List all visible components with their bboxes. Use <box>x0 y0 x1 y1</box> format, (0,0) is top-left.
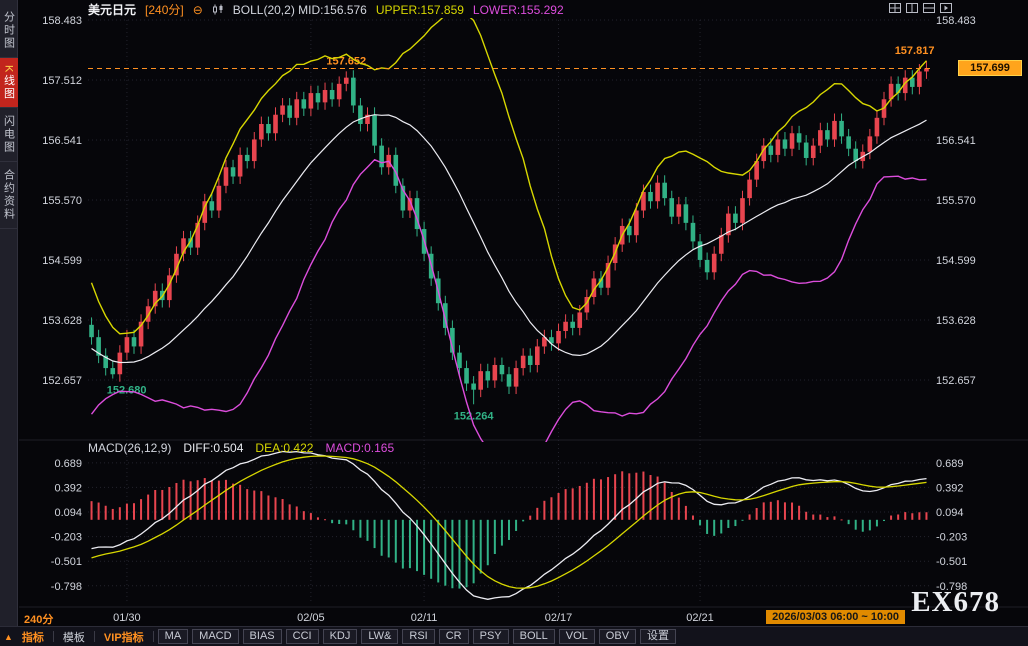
toolbar-button-lw[interactable]: LW& <box>361 629 398 644</box>
toolbar-button-cci[interactable]: CCI <box>286 629 319 644</box>
macd-macd-value: MACD:0.165 <box>325 441 394 455</box>
macd-pane <box>91 452 928 600</box>
price-tick-left: 157.512 <box>42 75 82 87</box>
toolbar-tab-template[interactable]: 模板 <box>58 629 90 645</box>
toolbar-separator <box>53 631 54 642</box>
layout-hsplit-icon[interactable] <box>923 3 935 13</box>
date-tick: 01/30 <box>113 612 141 624</box>
price-tick-left: 153.628 <box>42 315 82 327</box>
price-tick-left: 156.541 <box>42 135 82 147</box>
price-tick-right: 155.570 <box>936 195 976 207</box>
price-marker: 157.817 <box>895 45 935 57</box>
toolbar-button-cr[interactable]: CR <box>439 629 469 644</box>
sidebar-item-kline-chart[interactable]: K线图 <box>0 58 18 108</box>
x-axis-range-label: 2026/03/03 06:00 ~ 10:00 <box>766 610 905 624</box>
candles <box>89 61 929 404</box>
macd-tick-left: 0.094 <box>54 507 82 519</box>
price-tick-left: 158.483 <box>42 15 82 27</box>
toolbar-separator <box>153 631 154 642</box>
macd-tick-right: 0.392 <box>936 482 964 494</box>
toolbar-separator <box>94 631 95 642</box>
toolbar-tab-indicator[interactable]: 指标 <box>17 629 49 645</box>
chart-canvas[interactable]: 158.483 158.483 157.512 156.541 156.541 155.5… <box>0 0 1028 646</box>
toolbar-button-bias[interactable]: BIAS <box>243 629 282 644</box>
trading-terminal: 158.483 158.483 157.512 156.541 156.541 155.5… <box>0 0 1028 646</box>
macd-tick-left: 0.689 <box>54 458 82 470</box>
macd-tick-right: -0.203 <box>936 532 967 544</box>
layout-vsplit-icon[interactable] <box>906 3 918 13</box>
toolbar-button-psy[interactable]: PSY <box>473 629 509 644</box>
indicator-menu-arrow-icon[interactable]: ▲ <box>4 632 13 642</box>
boll-lower-label: LOWER:155.292 <box>473 3 564 17</box>
price-marker: 157.652 <box>326 55 366 67</box>
sidebar-item-contract-info[interactable]: 合约资料 <box>0 162 18 229</box>
toolbar-button-vol[interactable]: VOL <box>559 629 595 644</box>
boll-upper-label: UPPER:157.859 <box>376 3 464 17</box>
macd-tick-left: -0.203 <box>51 532 82 544</box>
layout-controls <box>889 3 952 13</box>
sidebar: 分时图K线图闪电图合约资料 <box>0 0 18 627</box>
bollinger-bands <box>92 11 927 466</box>
watermark: EX678 <box>911 586 1000 619</box>
price-tick-left: 152.657 <box>42 375 82 387</box>
layout-grid-icon[interactable] <box>889 3 901 13</box>
chart-header: 美元日元 [240分] ⊖ BOLL(20,2) MID:156.576 UPP… <box>88 2 564 17</box>
layout-next-icon[interactable] <box>940 3 952 13</box>
macd-dea-value: DEA:0.422 <box>255 441 313 455</box>
date-tick: 02/21 <box>686 612 714 624</box>
price-tick-right: 152.657 <box>936 375 976 387</box>
macd-tick-left: 0.392 <box>54 482 82 494</box>
x-axis-period-label[interactable]: 240分 <box>24 611 53 627</box>
macd-tick-right: 0.689 <box>936 458 964 470</box>
price-tick-left: 155.570 <box>42 195 82 207</box>
collapse-pane-icon[interactable]: ⊖ <box>193 4 203 16</box>
bottom-toolbar: ▲ 指标模板 VIP指标 MAMACD BIAS CCI KDJLW&RSI CR PSY BO… <box>0 626 1028 646</box>
toolbar-button-settings[interactable]: 设置 <box>640 629 676 644</box>
period-label[interactable]: [240分] <box>145 1 184 18</box>
price-tick-right: 153.628 <box>936 315 976 327</box>
toolbar-button-ma[interactable]: MA <box>158 629 189 644</box>
toolbar-button-rsi[interactable]: RSI <box>402 629 434 644</box>
symbol-name[interactable]: 美元日元 <box>88 1 136 18</box>
date-tick: 02/17 <box>545 612 573 624</box>
toolbar-tab-vip-indicator[interactable]: VIP指标 <box>99 629 149 645</box>
macd-diff-value: DIFF:0.504 <box>183 441 243 455</box>
macd-tick-right: -0.501 <box>936 556 967 568</box>
price-tick-right: 156.541 <box>936 135 976 147</box>
sidebar-item-time-chart[interactable]: 分时图 <box>0 4 18 58</box>
macd-header: MACD(26,12,9) DIFF:0.504 DEA:0.422 MACD:… <box>88 441 394 455</box>
boll-mid-label: BOLL(20,2) MID:156.576 <box>233 3 367 17</box>
price-tick-right: 154.599 <box>936 255 976 267</box>
price-marker: 152.264 <box>454 410 495 422</box>
macd-params-label: MACD(26,12,9) <box>88 441 171 455</box>
sidebar-item-lightning-chart[interactable]: 闪电图 <box>0 108 18 162</box>
kline-style-icon[interactable] <box>212 4 224 15</box>
price-tick-left: 154.599 <box>42 255 82 267</box>
date-tick: 02/11 <box>411 612 438 624</box>
price-tick-right: 158.483 <box>936 15 976 27</box>
macd-tick-left: -0.798 <box>51 581 82 593</box>
toolbar-button-kdj[interactable]: KDJ <box>323 629 358 644</box>
current-price-box: 157.699 <box>958 60 1022 76</box>
macd-tick-right: 0.094 <box>936 507 964 519</box>
toolbar-button-macd[interactable]: MACD <box>192 629 238 644</box>
toolbar-button-boll[interactable]: BOLL <box>513 629 555 644</box>
date-tick: 02/05 <box>297 612 325 624</box>
toolbar-button-obv[interactable]: OBV <box>599 629 636 644</box>
macd-tick-left: -0.501 <box>51 556 82 568</box>
